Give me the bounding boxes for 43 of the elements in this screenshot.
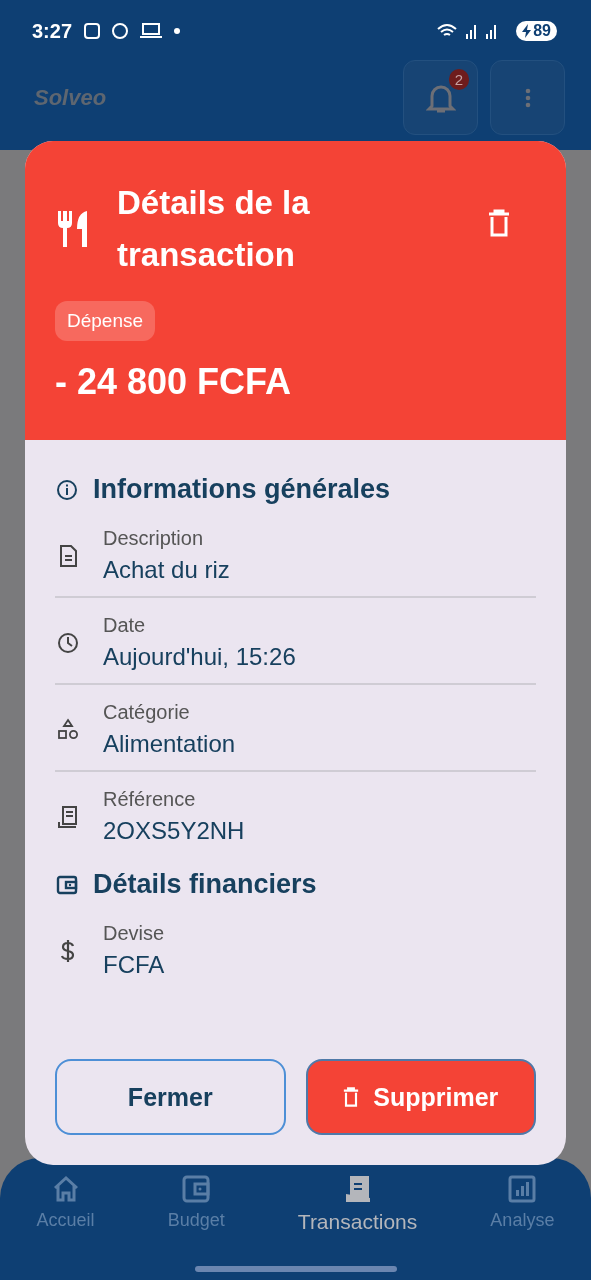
field-label: Catégorie bbox=[103, 701, 191, 724]
status-time: 3:27 bbox=[32, 19, 73, 43]
chat-icon bbox=[112, 23, 129, 39]
more-icon bbox=[524, 87, 531, 108]
shapes-icon bbox=[57, 717, 79, 742]
field-label: Date bbox=[103, 614, 147, 637]
field-value: Alimentation bbox=[103, 730, 236, 758]
app-logo: Solveo bbox=[34, 84, 107, 111]
field-label: Description bbox=[103, 527, 205, 550]
wallet-icon bbox=[181, 1174, 212, 1204]
clock-icon bbox=[57, 630, 79, 655]
nav-tab[interactable]: Analyse bbox=[490, 1174, 555, 1234]
close-button[interactable]: Fermer bbox=[55, 1059, 286, 1135]
field-label: Référence bbox=[103, 788, 197, 811]
field-value: Aujourd'hui, 15:26 bbox=[103, 643, 296, 671]
nav-tab[interactable]: Budget bbox=[167, 1174, 225, 1234]
screenshot-icon bbox=[84, 23, 101, 39]
delete-button[interactable]: Supprimer bbox=[305, 1059, 536, 1135]
field-value: 2OXS5Y2NH bbox=[103, 817, 245, 845]
notification-badge: 2 bbox=[448, 69, 469, 90]
transaction-amount: - 24 800 FCFA bbox=[55, 361, 292, 403]
type-tag: Dépense bbox=[55, 301, 156, 341]
field-label: Devise bbox=[103, 922, 165, 945]
more-button[interactable] bbox=[490, 60, 565, 135]
battery-level: 89 bbox=[533, 22, 551, 40]
section-title: Informations générales bbox=[93, 474, 391, 505]
nav-tab[interactable]: Accueil bbox=[36, 1174, 95, 1234]
dialog-title: Détails de la transaction bbox=[117, 183, 311, 275]
dot-icon bbox=[174, 28, 181, 34]
receipt-icon bbox=[57, 804, 79, 829]
charging-icon bbox=[522, 24, 532, 38]
document-icon bbox=[57, 543, 79, 568]
laptop-icon bbox=[140, 23, 163, 39]
field-value: FCFA bbox=[103, 951, 165, 979]
info-icon bbox=[55, 477, 79, 502]
chart-icon bbox=[507, 1174, 538, 1204]
field-value: Achat du riz bbox=[103, 556, 230, 584]
delete-icon bbox=[488, 209, 510, 237]
delete-icon bbox=[343, 1087, 360, 1107]
section-title: Détails financiers bbox=[93, 869, 317, 900]
home-indicator[interactable] bbox=[194, 1266, 397, 1272]
notifications-button[interactable]: 2 bbox=[403, 60, 478, 135]
nav-tab[interactable]: Transactions bbox=[297, 1174, 418, 1234]
